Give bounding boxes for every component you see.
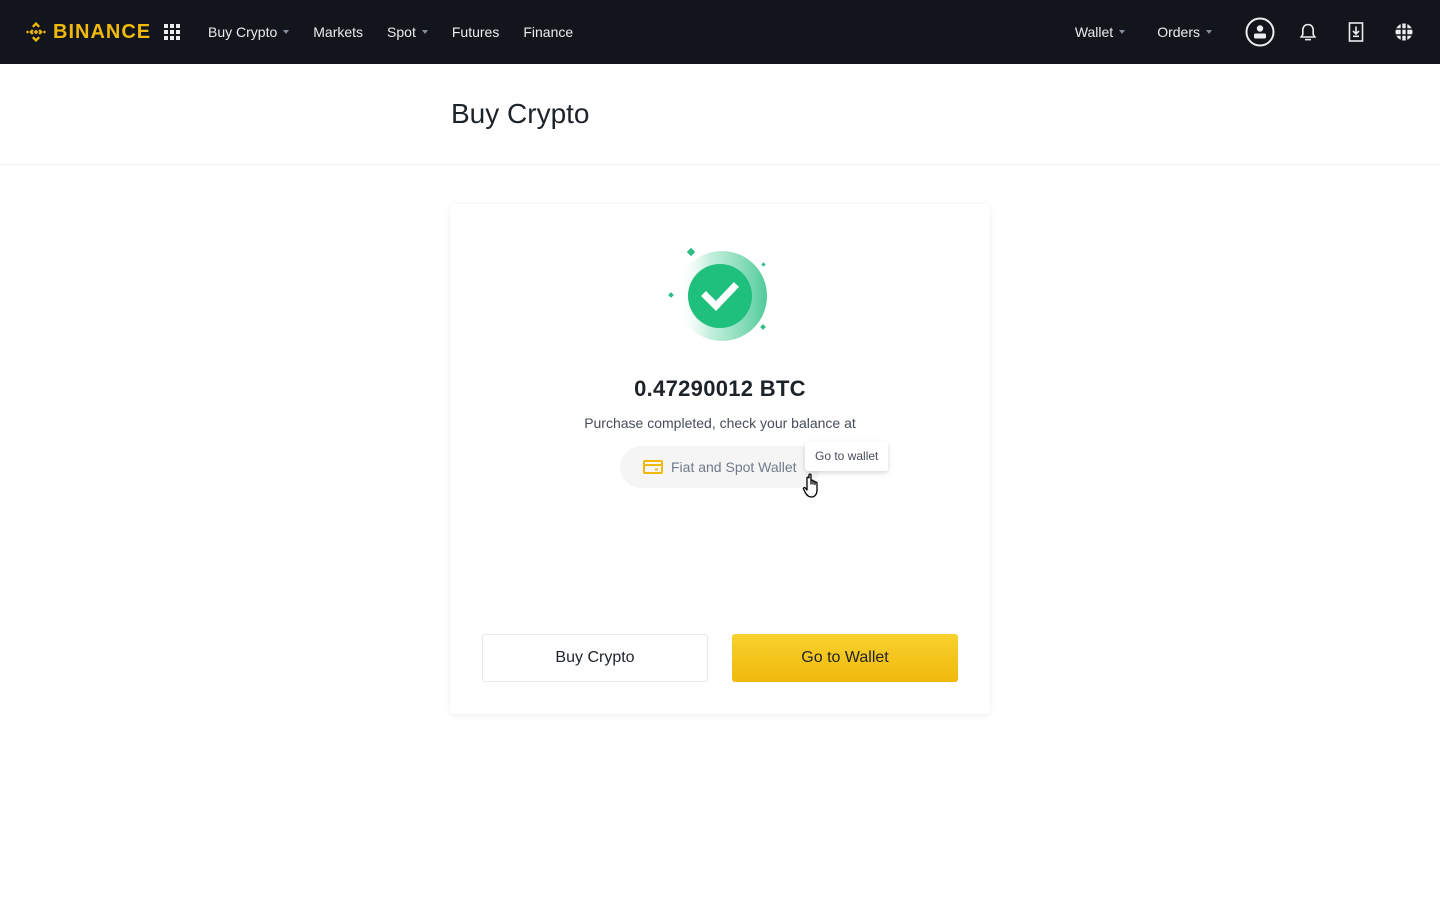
nav-futures-label: Futures [451, 24, 500, 40]
wallet-label: Fiat and Spot Wallet [671, 459, 797, 475]
nav-futures[interactable]: Futures [452, 24, 499, 40]
right-nav: Wallet Orders [1075, 0, 1440, 64]
binance-diamond-icon [26, 22, 46, 42]
buy-crypto-button[interactable]: Buy Crypto [482, 634, 708, 682]
hand-pointer-cursor-icon [802, 473, 818, 498]
go-to-wallet-button[interactable]: Go to Wallet [732, 634, 958, 682]
purchase-result-card: 0.47290012 BTC Purchase completed, check… [450, 204, 990, 714]
bell-icon[interactable] [1292, 16, 1324, 48]
page-title: Buy Crypto [451, 98, 590, 129]
nav-spot-label: Spot [387, 24, 416, 40]
nav-spot[interactable]: Spot [387, 24, 428, 40]
go-to-wallet-tooltip: Go to wallet [805, 441, 889, 471]
wallet-icon [643, 460, 663, 474]
nav-orders[interactable]: Orders [1157, 24, 1212, 40]
nav-finance[interactable]: Finance [523, 24, 573, 40]
nav-wallet[interactable]: Wallet [1074, 24, 1126, 40]
brand-name: BINANCE [53, 21, 152, 43]
nav-buy-crypto[interactable]: Buy Crypto [208, 24, 290, 40]
top-nav-bar: BINANCE Buy Crypto Markets Spot Futures … [0, 0, 1440, 64]
nav-buy-crypto-label: Buy Crypto [208, 24, 278, 40]
nav-finance-label: Finance [523, 24, 574, 40]
caret-down-icon [1206, 30, 1212, 34]
user-icon[interactable] [1244, 16, 1276, 48]
nav-orders-label: Orders [1157, 24, 1200, 40]
page-title-bar: Buy Crypto [0, 64, 1440, 165]
caret-down-icon [1119, 30, 1126, 34]
nav-wallet-label: Wallet [1074, 24, 1114, 40]
purchased-amount: 0.47290012 BTC [634, 376, 806, 401]
apps-grid-icon[interactable] [164, 24, 180, 40]
download-icon[interactable] [1340, 16, 1372, 48]
caret-down-icon [283, 30, 290, 34]
caret-down-icon [421, 30, 428, 34]
main-nav: Buy Crypto Markets Spot Futures Finance [208, 0, 597, 64]
fiat-spot-wallet-link[interactable]: Fiat and Spot Wallet [620, 446, 820, 488]
purchase-message: Purchase completed, check your balance a… [584, 415, 856, 431]
globe-icon[interactable] [1388, 16, 1420, 48]
success-check-icon [668, 247, 767, 341]
binance-logo[interactable]: BINANCE [24, 20, 151, 44]
nav-markets-label: Markets [313, 24, 364, 40]
nav-markets[interactable]: Markets [313, 24, 363, 40]
